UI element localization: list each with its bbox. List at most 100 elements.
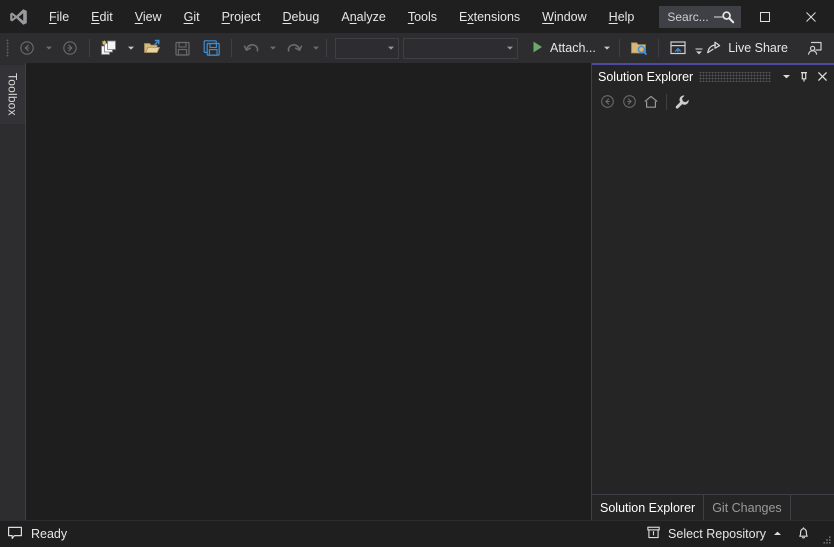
toolbar-separator-5 [657,39,659,57]
menu-item-window[interactable]: Window [531,0,597,33]
workspace: Toolbox Solution Explorer Solution Explo… [0,63,834,520]
panel-title: Solution Explorer [598,69,694,84]
select-repository-button[interactable]: Select Repository [639,521,789,547]
menu-item-file[interactable]: File [38,0,80,33]
repository-icon [646,525,661,543]
new-project-button[interactable] [94,36,124,60]
undo-icon [243,43,258,52]
navigate-back-dropdown[interactable] [42,36,55,60]
attach-label: Attach... [550,41,596,55]
toolbox-strip: Toolbox [0,63,26,520]
visual-studio-window: File Edit View Git Project Debug Analyze… [0,0,834,547]
navigate-back-button[interactable] [12,36,42,60]
toolbox-label: Toolbox [5,73,20,116]
search-folder-button[interactable] [624,36,654,60]
attach-button[interactable]: Attach... [526,36,615,60]
live-share-button[interactable]: Live Share [700,36,794,60]
wrench-icon [675,95,689,109]
minimize-button[interactable] [696,0,742,33]
close-icon [817,71,827,82]
solution-explorer-header: Solution Explorer [592,65,834,88]
close-button[interactable] [788,0,834,33]
redo-icon [287,43,302,52]
title-bar: File Edit View Git Project Debug Analyze… [0,0,834,33]
save-icon [174,41,190,56]
solution-toolbar-separator [666,93,667,110]
back-arrow-icon [600,95,614,108]
open-folder-button[interactable] [137,36,167,60]
callout-icon [7,525,23,544]
status-left-group: Ready [0,525,67,544]
window-layout-button[interactable] [663,36,693,60]
play-icon [531,40,544,57]
maximize-button[interactable] [742,0,788,33]
visual-studio-logo-icon [0,0,38,33]
chevron-down-icon[interactable] [502,44,517,52]
dock-tab-bar: Solution Explorer Git Changes [592,494,834,520]
toolbar-separator-4 [618,39,620,57]
menu-item-analyze[interactable]: Analyze [330,0,396,33]
send-feedback-icon [808,41,822,55]
menu-bar: File Edit View Git Project Debug Analyze… [38,0,645,33]
status-bar: Ready Select Repository [0,520,834,547]
toolbar-separator [89,39,90,57]
toolbar-separator-2 [231,39,232,57]
panel-drag-handle[interactable] [699,71,771,82]
menu-item-extensions[interactable]: Extensions [448,0,531,33]
save-all-button[interactable] [197,36,227,60]
undo-dropdown[interactable] [266,36,279,60]
forward-arrow-icon [622,95,636,108]
menu-item-edit[interactable]: Edit [80,0,124,33]
menu-item-tools[interactable]: Tools [397,0,448,33]
home-icon [644,95,658,108]
menu-item-view[interactable]: View [124,0,173,33]
navigate-forward-button[interactable] [55,36,85,60]
solution-home-button[interactable] [640,91,662,113]
redo-dropdown[interactable] [309,36,322,60]
solution-forward-button[interactable] [618,91,640,113]
solution-explorer-tree[interactable] [592,115,834,494]
notifications-button[interactable] [789,521,818,547]
undo-button[interactable] [236,36,266,60]
toolbox-tab[interactable]: Toolbox [0,65,25,124]
save-all-icon [203,40,220,56]
new-project-dropdown[interactable] [124,36,137,60]
chevron-up-icon [773,527,782,541]
open-folder-icon [144,39,161,53]
bell-icon [796,525,811,544]
solution-configuration-combo[interactable] [335,37,399,59]
live-share-label: Live Share [728,41,788,55]
chevron-down-icon[interactable] [383,44,398,52]
window-layout-icon [670,41,686,55]
redo-button[interactable] [279,36,309,60]
solution-explorer-toolbar [592,88,834,115]
menu-item-debug[interactable]: Debug [272,0,331,33]
panel-close-button[interactable] [813,67,831,86]
tab-git-changes[interactable]: Git Changes [704,495,791,520]
tab-solution-explorer[interactable]: Solution Explorer [592,494,705,520]
menu-item-help[interactable]: Help [598,0,646,33]
panel-dropdown-button[interactable] [777,67,795,86]
save-button[interactable] [167,36,197,60]
solution-back-button[interactable] [596,91,618,113]
back-arrow-icon [20,41,34,55]
standard-toolbar: Attach... Live Share [0,33,834,63]
chevron-down-icon [782,75,790,79]
menu-item-project[interactable]: Project [211,0,272,33]
folder-search-icon [630,42,647,55]
toolbar-grip[interactable] [2,33,12,63]
tab-git-changes-label: Git Changes [712,500,782,515]
toolbar-separator-3 [326,39,327,57]
menu-item-git[interactable]: Git [173,0,211,33]
solution-explorer-panel: Solution Explorer Solution Explorer Git … [591,63,834,520]
editor-area[interactable] [26,63,591,520]
panel-pin-button[interactable] [795,67,813,86]
attach-dropdown-icon[interactable] [603,41,611,55]
solution-properties-button[interactable] [671,91,693,113]
live-share-icon [706,39,722,58]
resize-grip-icon[interactable] [818,521,834,547]
select-repository-label: Select Repository [668,527,766,541]
status-ready-label: Ready [31,527,68,541]
solution-platform-combo[interactable] [403,37,518,59]
send-feedback-button[interactable] [800,36,830,60]
